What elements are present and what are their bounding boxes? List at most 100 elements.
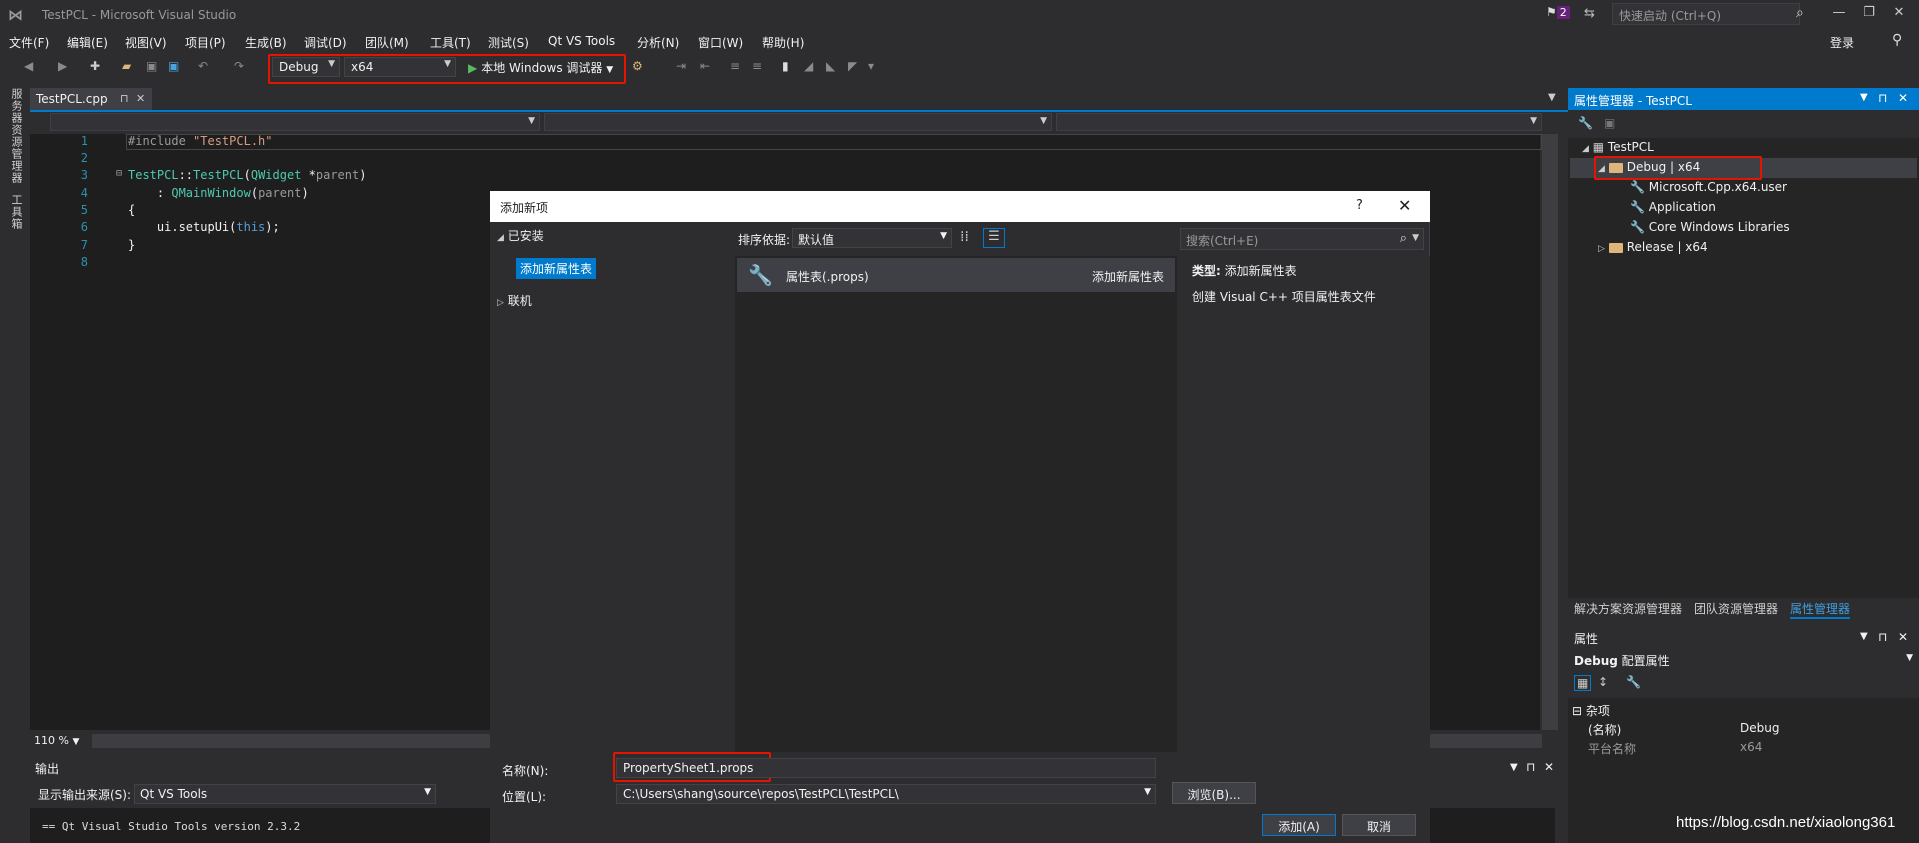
close-window-button[interactable]: ✕ — [1884, 5, 1914, 25]
menu-help[interactable]: 帮助(H) — [762, 34, 804, 51]
alphabetical-icon[interactable]: ↕ — [1598, 675, 1608, 689]
undo-icon[interactable]: ↶ — [198, 59, 208, 73]
zoom-level-select[interactable]: 110 % ▼ — [30, 732, 90, 750]
open-file-icon[interactable]: ▰ — [122, 59, 131, 73]
category-row[interactable]: ⊟ 杂项 — [1572, 702, 1610, 719]
close-icon[interactable]: ✕ — [1544, 760, 1554, 774]
menu-team[interactable]: 团队(M) — [365, 34, 409, 51]
menu-tools[interactable]: 工具(T) — [430, 34, 471, 51]
dialog-close-button[interactable]: ✕ — [1398, 196, 1411, 215]
location-input[interactable]: C:\Users\shang\source\repos\TestPCL\Test… — [616, 784, 1156, 804]
solution-platform-select[interactable]: x64 ▼ — [344, 57, 456, 77]
project-dropdown[interactable]: ▼ — [50, 113, 540, 131]
output-source-select[interactable]: Qt VS Tools ▼ — [134, 784, 436, 804]
redo-icon[interactable]: ↷ — [234, 59, 244, 73]
tree-item-project[interactable]: ◢ ▦ TestPCL — [1582, 140, 1654, 154]
tab-property-manager[interactable]: 属性管理器 — [1790, 600, 1851, 619]
panel-menu-icon[interactable]: ▼ — [1510, 762, 1518, 773]
feedback-icon[interactable]: ⇆ — [1584, 6, 1595, 21]
minimize-button[interactable]: — — [1824, 5, 1854, 25]
categorized-icon[interactable]: ▦ — [1574, 675, 1592, 691]
property-value[interactable]: Debug — [1740, 721, 1779, 735]
save-icon[interactable]: ▣ — [1604, 116, 1615, 130]
close-icon[interactable]: ✕ — [1898, 91, 1908, 105]
menu-debug[interactable]: 调试(D) — [304, 34, 347, 51]
save-all-icon[interactable]: ▣ — [168, 59, 179, 73]
tree-item-property-sheet[interactable]: 🔧 Application — [1630, 200, 1716, 214]
forward-icon[interactable]: ▶ — [58, 59, 67, 73]
installed-node[interactable]: ◢ 已安装 — [497, 227, 544, 244]
toolbar-overflow-icon[interactable]: ▾ — [868, 59, 874, 73]
pin-icon[interactable]: ⊓ — [120, 92, 129, 105]
user-icon[interactable]: ⚲ — [1892, 32, 1902, 48]
solution-configuration-select[interactable]: Debug ▼ — [272, 57, 340, 77]
online-node[interactable]: ▷ 联机 — [497, 292, 532, 309]
new-project-icon[interactable]: ✚ — [90, 59, 100, 73]
login-link[interactable]: 登录 — [1830, 34, 1854, 51]
browse-button[interactable]: 浏览(B)... — [1172, 782, 1256, 804]
tree-item-property-sheet[interactable]: 🔧 Core Windows Libraries — [1630, 220, 1790, 234]
list-view-icon[interactable]: ☰ — [983, 228, 1005, 248]
attach-icon[interactable]: ⚙ — [632, 59, 643, 73]
save-icon[interactable]: ▣ — [146, 59, 157, 73]
add-button[interactable]: 添加(A) — [1262, 814, 1336, 836]
toolbox-tab[interactable]: 工具箱 — [8, 194, 24, 230]
pin-icon[interactable]: ⊓ — [1526, 760, 1535, 774]
document-tab-testpcl-cpp[interactable]: TestPCL.cpp ⊓ ✕ — [30, 88, 152, 110]
collapse-icon: ⊟ — [1572, 704, 1583, 718]
tab-team-explorer[interactable]: 团队资源管理器 — [1694, 600, 1778, 617]
editor-vertical-scrollbar[interactable] — [1542, 134, 1558, 730]
back-icon[interactable]: ◀ — [24, 59, 33, 73]
close-icon[interactable]: ✕ — [1898, 630, 1908, 644]
help-button[interactable]: ? — [1356, 198, 1363, 213]
bookmark-icon[interactable]: ▮ — [782, 59, 789, 73]
prev-bookmark-icon[interactable]: ◢ — [804, 59, 813, 73]
code-line-3: TestPCL::TestPCL(QWidget *parent) — [128, 168, 367, 182]
outdent-icon[interactable]: ≡ — [752, 59, 762, 73]
template-search-input[interactable]: 搜索(Ctrl+E) ⌕ ▼ — [1180, 228, 1424, 250]
menu-analyze[interactable]: 分析(N) — [637, 34, 679, 51]
next-bookmark-icon[interactable]: ◣ — [826, 59, 835, 73]
close-icon[interactable]: ✕ — [136, 92, 145, 105]
name-input[interactable]: PropertySheet1.props — [616, 758, 1156, 778]
tree-item-release[interactable]: ▷ Release | x64 — [1598, 240, 1708, 254]
menu-project[interactable]: 项目(P) — [185, 34, 226, 51]
tab-solution-explorer[interactable]: 解决方案资源管理器 — [1574, 600, 1682, 617]
indent-icon[interactable]: ≡ — [730, 59, 740, 73]
scope-dropdown[interactable]: ▼ — [544, 113, 1052, 131]
clear-bookmark-icon[interactable]: ◤ — [848, 59, 857, 73]
menu-test[interactable]: 测试(S) — [488, 34, 529, 51]
server-explorer-tab[interactable]: 服务器资源管理器 — [8, 88, 24, 184]
notifications-button[interactable]: ⚑ 2 — [1546, 5, 1570, 19]
menu-file[interactable]: 文件(F) — [9, 34, 49, 51]
menu-qt-vs-tools[interactable]: Qt VS Tools — [548, 34, 615, 48]
category-add-property-sheet[interactable]: 添加新属性表 — [516, 258, 597, 279]
property-name: 平台名称 — [1588, 742, 1637, 756]
search-icon[interactable]: ⌕ — [1796, 5, 1804, 21]
quick-launch-input[interactable]: 快速启动 (Ctrl+Q) — [1612, 3, 1800, 25]
pin-icon[interactable]: ⊓ — [1878, 630, 1887, 644]
document-list-icon[interactable]: ▼ — [1548, 92, 1556, 103]
member-dropdown[interactable]: ▼ — [1056, 113, 1542, 131]
properties-object-select[interactable]: Debug 配置属性 ▼ — [1568, 650, 1919, 670]
collapse-icon[interactable]: ⊟ — [116, 168, 122, 179]
sort-select[interactable]: 默认值 ▼ — [792, 228, 952, 248]
property-value[interactable]: x64 — [1740, 740, 1762, 754]
grid-view-icon[interactable]: ⁞⁞ — [960, 229, 969, 245]
start-debugging-button[interactable]: ▶ 本地 Windows 调试器 ▼ — [464, 57, 617, 77]
pin-icon[interactable]: ⊓ — [1878, 91, 1887, 105]
tree-item-property-sheet[interactable]: 🔧 Microsoft.Cpp.x64.user — [1630, 180, 1787, 194]
cancel-button[interactable]: 取消 — [1342, 814, 1416, 836]
menu-edit[interactable]: 编辑(E) — [67, 34, 108, 51]
tree-item-label: Release | x64 — [1626, 240, 1708, 254]
step-icon[interactable]: ⇥ — [676, 59, 686, 73]
property-pages-icon[interactable]: 🔧 — [1626, 675, 1641, 689]
menu-window[interactable]: 窗口(W) — [698, 34, 743, 51]
wrench-icon[interactable]: 🔧 — [1578, 116, 1593, 130]
menu-view[interactable]: 视图(V) — [125, 34, 167, 51]
step-over-icon[interactable]: ⇤ — [700, 59, 710, 73]
maximize-button[interactable]: ❐ — [1854, 5, 1884, 25]
panel-menu-icon[interactable]: ▼ — [1860, 92, 1868, 103]
panel-menu-icon[interactable]: ▼ — [1860, 631, 1868, 642]
menu-build[interactable]: 生成(B) — [245, 34, 287, 51]
